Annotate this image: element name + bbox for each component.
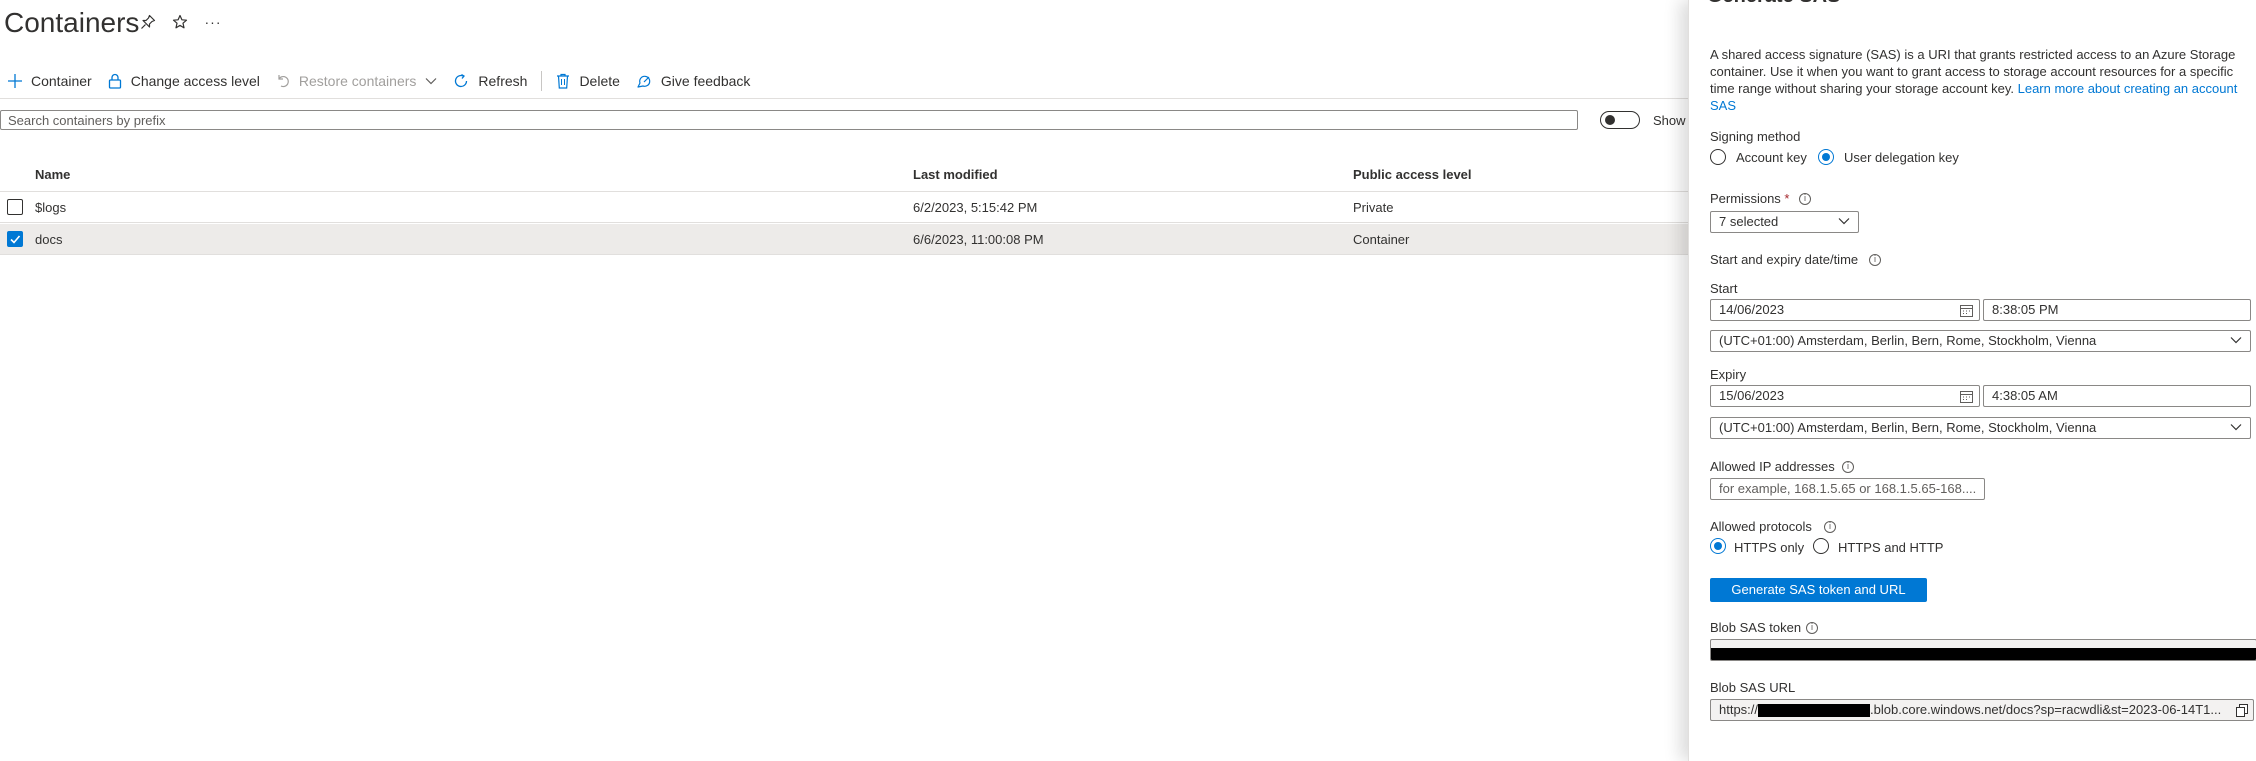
column-header-name[interactable]: Name <box>35 167 70 182</box>
redacted-token <box>1711 648 2256 660</box>
start-time-input[interactable]: 8:38:05 PM <box>1983 299 2251 321</box>
show-deleted-toggle[interactable] <box>1600 111 1640 129</box>
expiry-label: Expiry <box>1710 367 1747 382</box>
signing-method-label: Signing method <box>1710 129 1801 144</box>
allowed-ip-input[interactable]: for example, 168.1.5.65 or 168.1.5.65-16… <box>1710 478 1985 500</box>
row-checkbox-checked[interactable] <box>7 231 23 247</box>
https-and-http-radio[interactable] <box>1813 538 1829 554</box>
panel-title: Generate SAS <box>1707 0 1840 8</box>
generate-sas-panel: Generate SAS A shared access signature (… <box>1688 0 2256 761</box>
account-key-label[interactable]: Account key <box>1736 150 1807 165</box>
last-modified: 6/6/2023, 11:00:08 PM <box>913 232 1044 247</box>
calendar-icon[interactable] <box>1960 304 1973 317</box>
info-icon[interactable]: i <box>1842 461 1854 473</box>
info-icon[interactable]: i <box>1824 521 1836 533</box>
public-access-level: Container <box>1353 232 1410 247</box>
expiry-time-input[interactable]: 4:38:05 AM <box>1983 385 2251 407</box>
last-modified: 6/2/2023, 5:15:42 PM <box>913 200 1038 215</box>
container-name[interactable]: $logs <box>35 200 66 215</box>
info-icon[interactable]: i <box>1806 622 1818 634</box>
permissions-dropdown[interactable]: 7 selected <box>1710 211 1859 233</box>
chevron-down-icon <box>425 77 437 85</box>
table-row[interactable]: docs 6/6/2023, 11:00:08 PM Container <box>0 224 1688 255</box>
blob-sas-url-label: Blob SAS URL <box>1710 680 1796 695</box>
delete-button[interactable]: Delete <box>548 68 627 94</box>
toggle-knob <box>1605 115 1615 125</box>
start-label: Start <box>1710 281 1738 296</box>
blob-sas-url-output[interactable]: https://.blob.core.windows.net/docs?sp=r… <box>1710 699 2254 721</box>
allowed-ip-label: Allowed IP addresses <box>1710 459 1835 474</box>
redacted-account-name <box>1758 704 1871 718</box>
search-input[interactable] <box>0 110 1578 130</box>
public-access-level: Private <box>1353 200 1394 215</box>
feedback-icon <box>636 73 652 89</box>
row-checkbox[interactable] <box>7 199 23 215</box>
permissions-label: Permissions * <box>1710 191 1790 206</box>
lock-icon <box>108 73 122 89</box>
info-icon[interactable]: i <box>1869 254 1881 266</box>
give-feedback-button[interactable]: Give feedback <box>628 68 759 94</box>
command-bar: Container Change access level Restore co… <box>0 68 758 94</box>
more-icon[interactable]: ··· <box>203 12 223 32</box>
chevron-down-icon <box>2230 423 2242 431</box>
add-container-button[interactable]: Container <box>0 68 100 94</box>
expiry-date-input[interactable]: 15/06/2023 <box>1710 385 1980 407</box>
required-marker: * <box>1784 191 1790 206</box>
restore-containers-button[interactable]: Restore containers <box>268 68 446 94</box>
plus-icon <box>8 74 22 88</box>
calendar-icon[interactable] <box>1960 390 1973 403</box>
column-header-public-access[interactable]: Public access level <box>1353 167 1472 182</box>
container-name[interactable]: docs <box>35 232 62 247</box>
trash-icon <box>556 73 570 89</box>
change-access-level-button[interactable]: Change access level <box>100 68 268 94</box>
undo-icon <box>276 74 290 88</box>
https-only-label[interactable]: HTTPS only <box>1734 540 1804 555</box>
page-title: Containers <box>4 7 140 38</box>
start-date-input[interactable]: 14/06/2023 <box>1710 299 1980 321</box>
refresh-button[interactable]: Refresh <box>445 68 535 94</box>
toolbar-divider <box>0 98 1688 99</box>
pin-icon[interactable] <box>138 12 158 32</box>
generate-sas-button[interactable]: Generate SAS token and URL <box>1710 578 1927 602</box>
star-icon[interactable] <box>170 12 190 32</box>
blob-sas-token-label: Blob SAS token <box>1710 620 1802 635</box>
sas-description: A shared access signature (SAS) is a URI… <box>1710 47 2238 113</box>
https-only-radio[interactable] <box>1710 538 1726 554</box>
allowed-protocols-label: Allowed protocols <box>1710 519 1812 534</box>
column-header-last-modified[interactable]: Last modified <box>913 167 998 182</box>
expiry-timezone-dropdown[interactable]: (UTC+01:00) Amsterdam, Berlin, Bern, Rom… <box>1710 417 2251 439</box>
start-timezone-dropdown[interactable]: (UTC+01:00) Amsterdam, Berlin, Bern, Rom… <box>1710 330 2251 352</box>
https-and-http-label[interactable]: HTTPS and HTTP <box>1838 540 1943 555</box>
account-key-radio[interactable] <box>1710 149 1726 165</box>
blob-sas-token-output[interactable] <box>1710 639 2256 661</box>
toggle-label: Show <box>1653 113 1686 128</box>
toolbar-separator <box>541 71 543 91</box>
refresh-icon <box>453 73 469 89</box>
user-delegation-key-radio[interactable] <box>1818 149 1834 165</box>
user-delegation-key-label[interactable]: User delegation key <box>1844 150 1959 165</box>
checkmark-icon <box>10 235 21 244</box>
copy-icon[interactable] <box>2236 704 2248 717</box>
table-row[interactable]: $logs 6/2/2023, 5:15:42 PM Private <box>0 192 1688 223</box>
chevron-down-icon <box>2230 336 2242 344</box>
info-icon[interactable]: i <box>1799 193 1811 205</box>
dates-label: Start and expiry date/time <box>1710 252 1859 267</box>
chevron-down-icon <box>1838 217 1850 225</box>
